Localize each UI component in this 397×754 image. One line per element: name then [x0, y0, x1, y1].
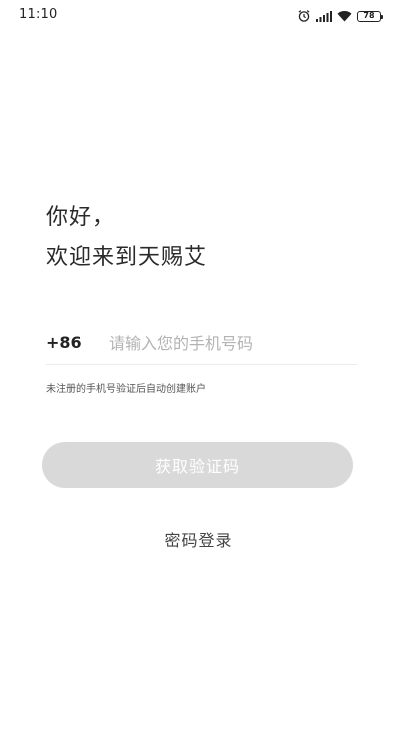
alarm-icon	[297, 9, 311, 23]
register-hint: 未注册的手机号验证后自动创建账户	[46, 384, 206, 395]
greeting-line-2: 欢迎来到天赐艾	[46, 245, 208, 270]
wifi-icon	[337, 10, 352, 22]
password-login-link[interactable]: 密码登录	[0, 527, 397, 551]
battery-icon: 78	[357, 10, 383, 22]
phone-input[interactable]	[109, 329, 349, 357]
get-code-button[interactable]: 获取验证码	[42, 442, 353, 488]
status-icons: 78	[297, 7, 383, 25]
status-bar: 11:10 78	[0, 0, 397, 32]
status-time: 11:10	[19, 7, 58, 22]
signal-icon	[316, 10, 332, 22]
phone-row: +86	[46, 325, 357, 365]
greeting-line-1: 你好，	[46, 205, 116, 230]
greeting: 你好， 欢迎来到天赐艾	[46, 198, 207, 278]
country-code[interactable]: +86	[46, 333, 82, 352]
